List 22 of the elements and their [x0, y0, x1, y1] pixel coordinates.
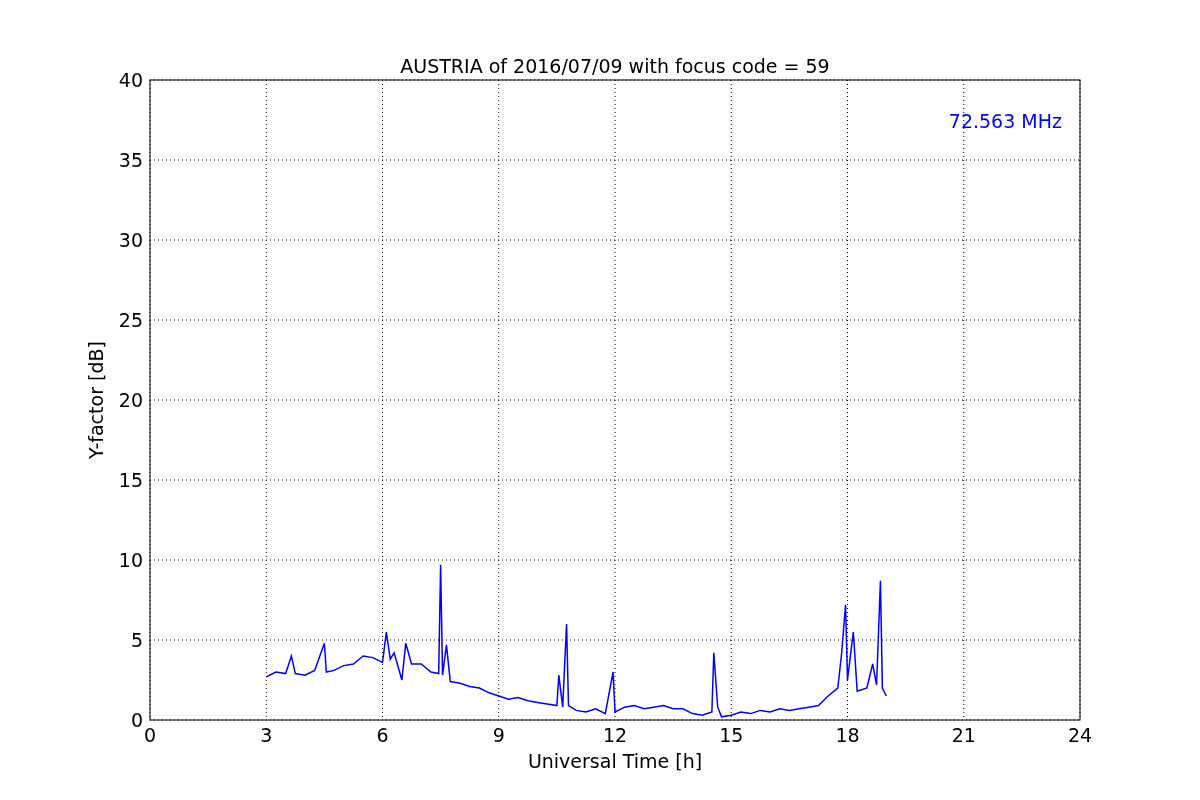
x-tick-label: 24: [1067, 724, 1093, 746]
y-tick-label: 5: [130, 629, 143, 651]
x-tick-label: 6: [376, 724, 389, 746]
x-tick-label: 21: [951, 724, 976, 746]
x-tick-label: 0: [143, 724, 157, 746]
x-tick-label: 18: [835, 724, 860, 746]
x-tick-label: 9: [492, 724, 505, 746]
y-tick-label: 30: [118, 229, 143, 251]
y-tick-label: 0: [130, 709, 143, 731]
y-tick-label: 10: [118, 549, 143, 571]
y-tick-label: 25: [118, 309, 143, 331]
x-tick-label: 12: [602, 724, 628, 746]
y-axis-label: Y-factor [dB]: [85, 341, 107, 459]
x-axis-label: Universal Time [h]: [527, 750, 703, 772]
series-label: 72.563 MHz: [948, 110, 1062, 132]
chart-title: AUSTRIA of 2016/07/09 with focus code = 59: [400, 55, 830, 77]
x-tick-label: 15: [719, 724, 744, 746]
y-tick-label: 20: [118, 389, 143, 411]
y-tick-label: 15: [118, 469, 143, 491]
x-tick-label: 3: [260, 724, 273, 746]
y-tick-label: 35: [118, 149, 143, 171]
y-tick-label: 40: [118, 69, 143, 91]
